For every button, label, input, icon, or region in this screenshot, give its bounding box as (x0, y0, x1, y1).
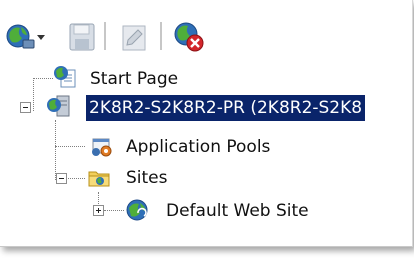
edit-icon (122, 25, 146, 51)
web-site-icon (126, 199, 148, 221)
connect-dropdown[interactable] (36, 18, 48, 54)
server-icon (47, 95, 70, 117)
connections-toolbar (0, 18, 220, 54)
tree-line (55, 146, 85, 147)
edit-button[interactable] (118, 18, 150, 54)
connections-panel: Start Page 2K8R2-S2K8R2-PR (2K8R2-S2K8 A… (0, 0, 413, 247)
tree-line (33, 78, 34, 111)
tree-item-label: Application Pools (126, 137, 271, 157)
tree-line (55, 120, 56, 180)
disconnect-button[interactable] (170, 18, 208, 54)
toolbar-separator (160, 22, 163, 50)
application-pools-icon (92, 138, 112, 157)
tree-item-label: Start Page (90, 69, 179, 89)
toolbar-separator (104, 22, 107, 50)
expand-toggle[interactable] (93, 205, 104, 216)
tree-item-label: Sites (126, 168, 168, 188)
connect-button[interactable] (4, 18, 36, 54)
sites-folder-icon (88, 171, 110, 187)
tree-item-label: 2K8R2-S2K8R2-PR (2K8R2-S2K8 (86, 95, 366, 121)
collapse-toggle[interactable] (56, 173, 67, 184)
tree-line (33, 78, 53, 79)
tree-line (104, 210, 124, 211)
collapse-toggle[interactable] (20, 102, 31, 113)
start-page-icon (54, 66, 76, 88)
connections-tree: Start Page 2K8R2-S2K8R2-PR (2K8R2-S2K8 A… (0, 60, 414, 240)
disconnect-icon (174, 22, 204, 52)
tree-item-label: Default Web Site (166, 201, 309, 221)
save-button[interactable] (66, 18, 96, 54)
dropdown-arrow-icon (37, 35, 45, 40)
connect-icon (6, 24, 35, 49)
save-icon (69, 23, 95, 51)
